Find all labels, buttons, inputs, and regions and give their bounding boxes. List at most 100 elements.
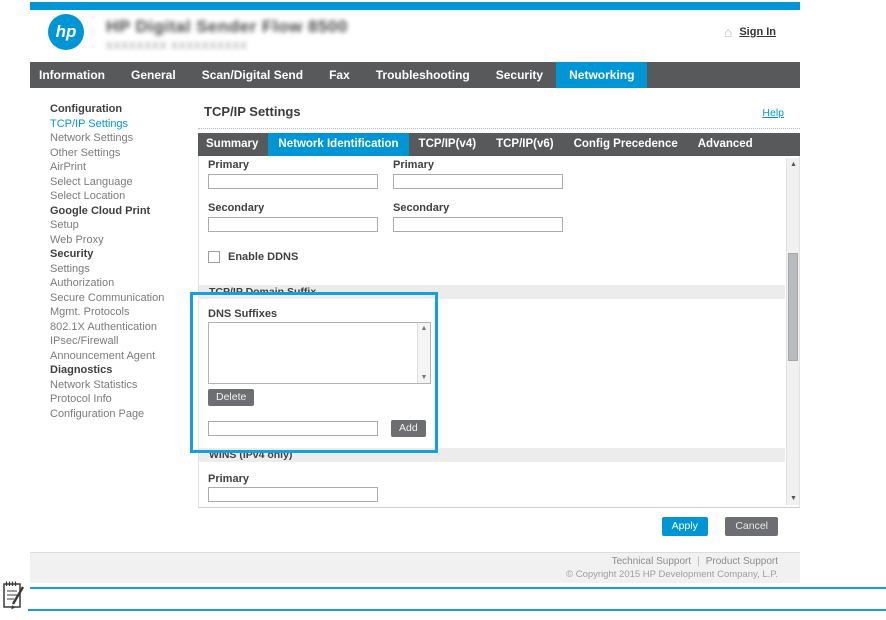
- panel-scrollbar[interactable]: ▲ ▼: [786, 158, 799, 505]
- field-dns-primary-2: Primary: [393, 159, 565, 189]
- product-identity: HP Digital Sender Flow 8500 XXXXXXXX XXX…: [106, 17, 348, 52]
- nav-tab-information[interactable]: Information: [30, 62, 118, 88]
- technical-support-link[interactable]: Technical Support: [612, 556, 692, 567]
- primary-nav: Information General Scan/Digital Send Fa…: [30, 62, 800, 88]
- sidebar-item-mgmt-protocols[interactable]: Mgmt. Protocols: [50, 306, 198, 321]
- embedded-web-server-window: hp HP Digital Sender Flow 8500 XXXXXXXX …: [30, 2, 800, 583]
- sidebar: Configuration TCP/IP Settings Network Se…: [30, 88, 198, 552]
- enable-ddns-checkbox[interactable]: [208, 251, 220, 263]
- sidebar-item-airprint[interactable]: AirPrint: [50, 161, 198, 176]
- sidebar-item-configuration-page[interactable]: Configuration Page: [50, 408, 198, 423]
- secondary-row: Secondary Secondary: [208, 202, 785, 232]
- action-buttons: Apply Cancel: [198, 508, 800, 536]
- footer-links: Technical Support | Product Support: [30, 556, 778, 567]
- scroll-up-icon[interactable]: ▲: [418, 325, 430, 332]
- page: { "header": { "product_name": "HP Digita…: [0, 0, 886, 620]
- enable-ddns-row: Enable DDNS: [208, 251, 785, 263]
- apply-button[interactable]: Apply: [661, 517, 708, 536]
- home-icon[interactable]: ⌂: [724, 25, 732, 39]
- sign-in-link[interactable]: Sign In: [739, 26, 776, 38]
- note-icon: [2, 578, 26, 616]
- scroll-down-icon[interactable]: ▼: [418, 374, 430, 381]
- secondary-label-2: Secondary: [393, 202, 450, 214]
- tab-summary[interactable]: Summary: [198, 133, 268, 156]
- product-support-link[interactable]: Product Support: [706, 556, 778, 567]
- nav-tab-security[interactable]: Security: [483, 62, 556, 88]
- nav-tab-troubleshooting[interactable]: Troubleshooting: [363, 62, 483, 88]
- sidebar-header-configuration: Configuration: [50, 103, 123, 115]
- note-bottom-rule: [28, 609, 886, 611]
- sidebar-item-other-settings[interactable]: Other Settings: [50, 147, 198, 162]
- enable-ddns-label: Enable DDNS: [228, 251, 299, 263]
- scrollbar-thumb[interactable]: [788, 253, 798, 361]
- add-suffix-row: Add: [208, 420, 785, 437]
- top-accent-strip: [30, 2, 800, 10]
- help-link[interactable]: Help: [762, 107, 784, 119]
- sidebar-item-web-proxy[interactable]: Web Proxy: [50, 234, 198, 249]
- tab-tcpip-v6[interactable]: TCP/IP(v6): [486, 133, 564, 156]
- sidebar-item-announcement-agent[interactable]: Announcement Agent: [50, 350, 198, 365]
- secondary-input-2[interactable]: [393, 217, 563, 232]
- field-dns-secondary-1: Secondary: [208, 202, 380, 232]
- dns-suffixes-label: DNS Suffixes: [208, 308, 278, 320]
- header: hp HP Digital Sender Flow 8500 XXXXXXXX …: [30, 10, 800, 62]
- sidebar-item-protocol-info[interactable]: Protocol Info: [50, 393, 198, 408]
- scroll-down-icon[interactable]: ▼: [787, 492, 800, 505]
- body-row: Configuration TCP/IP Settings Network Se…: [30, 88, 800, 552]
- sidebar-item-authorization[interactable]: Authorization: [50, 277, 198, 292]
- primary-row: Primary Primary: [208, 159, 785, 189]
- sidebar-item-8021x-authentication[interactable]: 802.1X Authentication: [50, 321, 198, 336]
- note-top-rule: [30, 587, 886, 589]
- sidebar-item-tcpip-settings[interactable]: TCP/IP Settings: [50, 118, 198, 133]
- wins-primary-input[interactable]: [208, 487, 378, 502]
- listbox-scrollbar[interactable]: ▲ ▼: [417, 323, 430, 383]
- sidebar-item-select-location[interactable]: Select Location: [50, 190, 198, 205]
- tab-config-precedence[interactable]: Config Precedence: [564, 133, 688, 156]
- subtab-bar: Summary Network Identification TCP/IP(v4…: [198, 133, 800, 156]
- dns-suffixes-listbox[interactable]: ▲ ▼: [208, 322, 431, 384]
- tab-advanced[interactable]: Advanced: [688, 133, 763, 156]
- section-header-wins: WINS (IPv4 only): [199, 448, 785, 462]
- main-content: TCP/IP Settings Help Summary Network Ide…: [198, 88, 800, 552]
- sidebar-item-setup[interactable]: Setup: [50, 219, 198, 234]
- sidebar-item-secure-communication[interactable]: Secure Communication: [50, 292, 198, 307]
- tab-network-identification[interactable]: Network Identification: [268, 133, 409, 156]
- primary-input-2[interactable]: [393, 174, 563, 189]
- sidebar-item-settings[interactable]: Settings: [50, 263, 198, 278]
- sidebar-header-diagnostics: Diagnostics: [50, 364, 113, 376]
- nav-tab-scan-digital-send[interactable]: Scan/Digital Send: [189, 62, 316, 88]
- sidebar-item-network-settings[interactable]: Network Settings: [50, 132, 198, 147]
- scroll-up-icon[interactable]: ▲: [787, 158, 800, 171]
- sidebar-item-ipsec-firewall[interactable]: IPsec/Firewall: [50, 335, 198, 350]
- cancel-button[interactable]: Cancel: [725, 517, 778, 536]
- primary-input-1[interactable]: [208, 174, 378, 189]
- field-dns-primary-1: Primary: [208, 159, 380, 189]
- sidebar-item-network-statistics[interactable]: Network Statistics: [50, 379, 198, 394]
- primary-label-1: Primary: [208, 159, 249, 171]
- page-title: TCP/IP Settings: [204, 104, 301, 119]
- nav-tab-networking[interactable]: Networking: [556, 62, 648, 88]
- title-row: TCP/IP Settings Help: [198, 88, 800, 119]
- field-dns-secondary-2: Secondary: [393, 202, 565, 232]
- sidebar-item-select-language[interactable]: Select Language: [50, 176, 198, 191]
- nav-tab-general[interactable]: General: [118, 62, 189, 88]
- hp-logo: hp: [48, 14, 84, 50]
- footer: Technical Support | Product Support © Copy…: [30, 552, 800, 583]
- secondary-input-1[interactable]: [208, 217, 378, 232]
- copyright-text: © Copyright 2015 HP Development Company,…: [566, 569, 778, 580]
- tab-tcpip-v4[interactable]: TCP/IP(v4): [409, 133, 487, 156]
- add-suffix-input[interactable]: [208, 421, 378, 436]
- sidebar-header-google-cloud-print: Google Cloud Print: [50, 204, 151, 217]
- nav-tab-fax[interactable]: Fax: [316, 62, 363, 88]
- wins-primary-label: Primary: [208, 473, 249, 485]
- secondary-label-1: Secondary: [208, 202, 265, 214]
- section-header-domain-suffix: TCP/IP Domain Suffix: [199, 285, 785, 299]
- sidebar-header-security: Security: [50, 248, 94, 260]
- title-separator: [198, 128, 800, 129]
- add-button[interactable]: Add: [391, 420, 426, 437]
- delete-button[interactable]: Delete: [208, 389, 255, 406]
- settings-panel: Primary Primary Secondary Secondary Enab…: [198, 156, 800, 508]
- settings-form: Primary Primary Secondary Secondary Enab…: [199, 156, 785, 507]
- footer-separator: |: [697, 556, 700, 567]
- sign-in-area: ⌂ Sign In: [724, 25, 776, 39]
